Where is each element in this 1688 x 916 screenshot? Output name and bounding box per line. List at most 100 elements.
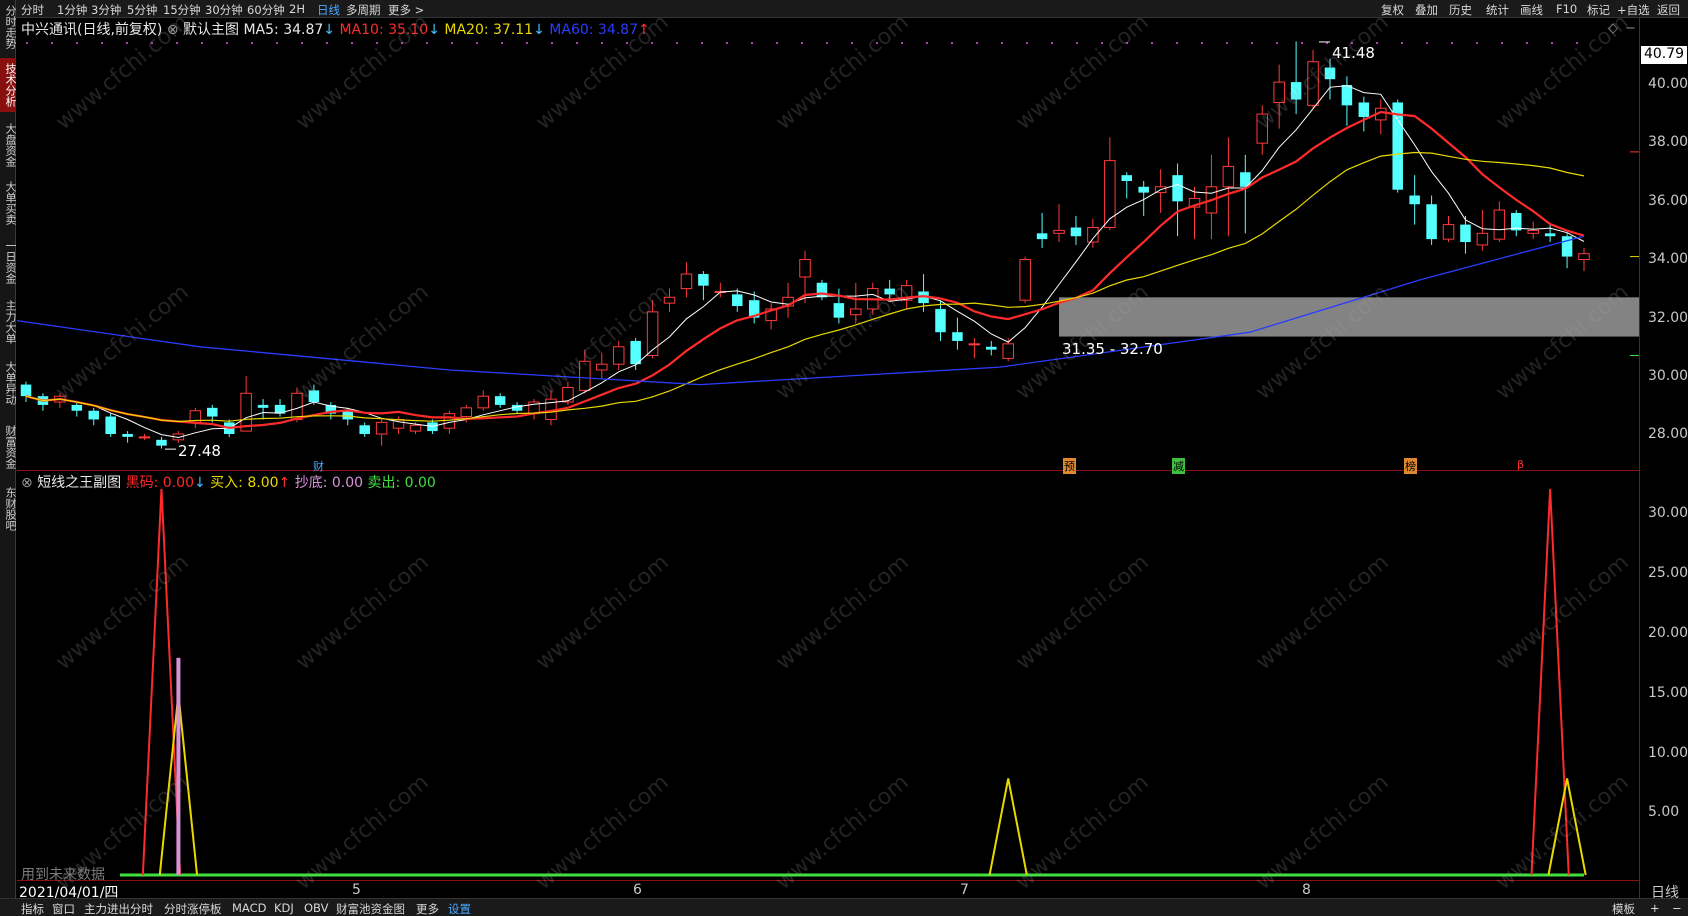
top-dot-marker [726,42,728,44]
bottom-toolbar: 指标 窗口 主力进出分时 分时涨停板 MACD KDJ OBV 财富池资金图 更… [0,898,1688,916]
ma60-label: MA60: 34.87 [549,22,638,38]
candle-body-down [732,294,743,307]
top-dot-marker [1276,42,1278,44]
price-tick: 32.00 [1648,310,1688,326]
top-dot-marker [251,42,253,44]
top-dot-marker [301,42,303,44]
candle-body-down [122,434,133,437]
candle-body-down [935,308,946,333]
maichu-label: 卖出: 0.00 [367,475,436,491]
candle-body-up [1476,232,1489,246]
candle-body-up [1442,224,1455,240]
x-month-tick: 5 [352,882,361,898]
top-dot-marker [676,42,678,44]
candle-body-up [799,259,811,278]
candle-body-down [698,274,709,286]
candle-body-down [207,407,218,417]
top-dot-marker [751,42,753,44]
top-dot-marker [26,42,28,44]
tab-wealth-pool[interactable]: 财富池资金图 [336,901,405,916]
tab-more[interactable]: 更多 [416,901,439,916]
candle-body-up [1578,253,1590,261]
price-tick: 30.00 [1648,368,1688,384]
top-dot-marker [1151,42,1153,44]
price-tick: 38.00 [1648,134,1688,150]
candle-body-up [1104,160,1116,229]
top-dot-marker [926,42,928,44]
top-dot-marker [1051,42,1053,44]
heima-arrow-icon: ↓ [193,475,206,491]
tab-settings[interactable]: 设置 [448,901,471,916]
candle-body-up [680,273,693,290]
candle-body-up [460,407,473,418]
top-dot-marker [76,42,78,44]
tab-obv[interactable]: OBV [304,901,328,915]
signal-marker-jian[interactable]: 减 [1172,458,1185,474]
x-month-tick: 7 [960,882,969,898]
candle-body-down [1426,204,1437,240]
candle-body-down [1544,233,1556,237]
template-button[interactable]: 模板 [1612,901,1635,916]
tab-macd[interactable]: MACD [232,901,266,915]
x-axis-line [17,880,1639,881]
candle-body-down [88,410,99,420]
top-dot-marker [351,42,353,44]
stock-title[interactable]: 中兴通讯(日线,前复权) [21,22,162,38]
candle-body-up [968,343,981,346]
top-dot-marker [901,42,903,44]
tab-kdj[interactable]: KDJ [274,901,294,915]
chart-canvas[interactable] [0,0,1688,916]
tab-main-flow[interactable]: 主力进出分时 [84,901,153,916]
candle-body-down [156,439,167,446]
candle-body-down [1036,233,1048,240]
signal-marker-beta[interactable]: β [1516,458,1525,471]
candle-body-down [986,346,997,350]
sub-legend-settings-icon[interactable]: ⊗ [21,475,37,491]
candle-body-down [359,425,370,434]
sub-tick: 25.00 [1648,565,1688,581]
top-dot-marker [226,42,228,44]
tab-limit-up[interactable]: 分时涨停板 [164,901,222,916]
sub-tick: 15.00 [1648,685,1688,701]
candle-body-down [20,384,32,397]
candle-body-down [257,404,269,408]
top-dot-marker [1076,42,1078,44]
top-dot-marker [1401,42,1403,44]
candle-body-up [477,395,489,409]
ma20-arrow-icon: ↓ [533,22,545,38]
zoom-out-button[interactable]: − [1672,901,1682,915]
top-dot-marker [126,42,128,44]
candle-body-down [1460,224,1471,243]
zoom-in-button[interactable]: + [1650,901,1660,915]
indicator-button[interactable]: 指标 [21,901,44,916]
candle-body-down [952,332,963,341]
candle-body-up [409,424,422,432]
candle-body-up [138,436,151,439]
mairu-label: 买入: 8.00 [210,475,279,491]
top-dot-marker [276,42,278,44]
main-legend: 中兴通讯(日线,前复权) ⊗ 默认主图 MA5: 34.87↓ MA10: 35… [21,19,650,39]
top-dot-marker [1551,42,1553,44]
window-button[interactable]: 窗口 [52,901,75,916]
top-dot-marker [1226,42,1228,44]
candle-body-down [1341,85,1353,106]
price-tick: 36.00 [1648,193,1688,209]
candle-body-up [1053,229,1065,234]
sub-indicator-name[interactable]: 短线之王副图 [37,475,121,491]
top-dot-marker [1301,42,1303,44]
top-dot-marker [1001,42,1003,44]
price-tick: 40.00 [1648,76,1688,92]
candle-body-down [105,416,116,434]
signal-marker-yu[interactable]: 预 [1063,458,1076,474]
heima-label: 黑码: 0.00 [125,475,194,491]
chaodi-bar [176,657,181,875]
top-dot-marker [976,42,978,44]
signal-marker-bang[interactable]: 榜 [1404,458,1417,474]
mairu-spike [988,778,1028,876]
candle-body-down [1172,175,1183,202]
ma20-label: MA20: 37.11 [444,22,534,38]
top-dot-marker [1176,42,1178,44]
top-dot-marker [1501,42,1503,44]
x-month-tick: 6 [633,882,642,898]
candle-body-down [71,404,83,411]
